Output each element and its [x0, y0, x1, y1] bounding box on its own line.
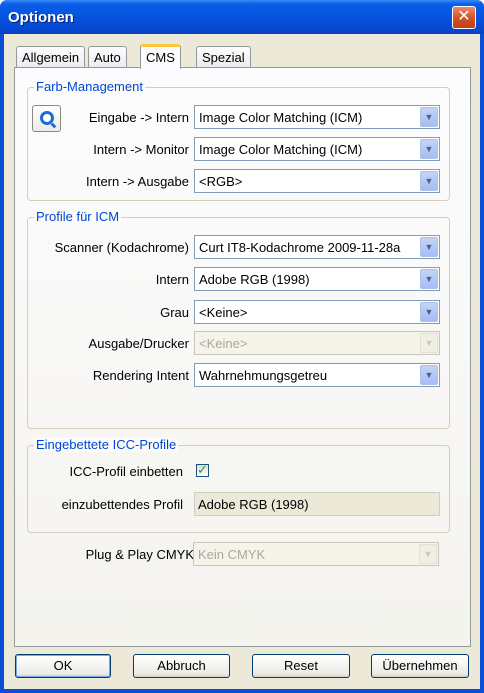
label-grau: Grau: [160, 305, 189, 320]
label-intern-ausgabe: Intern -> Ausgabe: [86, 174, 189, 189]
combo-intern-monitor[interactable]: Image Color Matching (ICM) ▼: [194, 137, 440, 161]
chevron-down-icon: ▼: [420, 333, 438, 353]
combo-grau-profile[interactable]: <Keine> ▼: [194, 300, 440, 324]
label-eingabe-intern: Eingabe -> Intern: [88, 110, 189, 125]
tab-cms[interactable]: CMS: [140, 44, 181, 69]
group-title-profile-icm: Profile für ICM: [34, 209, 122, 224]
tab-spezial[interactable]: Spezial: [196, 46, 251, 67]
label-icc-embed: ICC-Profil einbetten: [69, 464, 183, 479]
apply-button[interactable]: Übernehmen: [371, 654, 469, 678]
combo-value: Adobe RGB (1998): [199, 272, 310, 287]
combo-intern-profile[interactable]: Adobe RGB (1998) ▼: [194, 267, 440, 291]
combo-value: Image Color Matching (ICM): [199, 142, 363, 157]
tab-auto[interactable]: Auto: [88, 46, 127, 67]
chevron-down-icon[interactable]: ▼: [420, 237, 438, 257]
combo-ausgabe-drucker-profile: <Keine> ▼: [194, 331, 440, 355]
reset-button[interactable]: Reset: [252, 654, 350, 678]
group-farb-management: Farb-Management Eingabe -> Intern Image …: [27, 79, 450, 201]
icc-embed-checkbox[interactable]: ✓: [196, 462, 209, 477]
chevron-down-icon: ▼: [419, 544, 437, 564]
combo-value: Kein CMYK: [198, 547, 266, 562]
dialog-client-area: Allgemein Auto CMS Spezial Farb-Manageme…: [4, 34, 480, 689]
label-intern-profile: Intern: [155, 272, 189, 287]
options-window: Optionen ✕ Allgemein Auto CMS Spezial Fa…: [0, 0, 484, 693]
label-scanner: Scanner (Kodachrome): [54, 240, 189, 255]
tab-panel-cms: Farb-Management Eingabe -> Intern Image …: [14, 67, 471, 647]
combo-value: Image Color Matching (ICM): [199, 110, 363, 125]
combo-eingabe-intern[interactable]: Image Color Matching (ICM) ▼: [194, 105, 440, 129]
combo-intern-ausgabe[interactable]: <RGB> ▼: [194, 169, 440, 193]
tab-allgemein[interactable]: Allgemein: [16, 46, 86, 67]
chevron-down-icon[interactable]: ▼: [420, 171, 438, 191]
label-ausgabe-drucker: Ausgabe/Drucker: [88, 336, 189, 351]
ok-button[interactable]: OK: [15, 654, 111, 678]
group-title-farb-management: Farb-Management: [34, 79, 145, 94]
chevron-down-icon[interactable]: ▼: [420, 269, 438, 289]
chevron-down-icon[interactable]: ▼: [420, 107, 438, 127]
combo-rendering-intent[interactable]: Wahrnehmungsgetreu ▼: [194, 363, 440, 387]
group-icc-embed: Eingebettete ICC-Profile ICC-Profil einb…: [27, 437, 450, 533]
label-intern-monitor: Intern -> Monitor: [93, 142, 189, 157]
chevron-down-icon[interactable]: ▼: [420, 302, 438, 322]
color-wheel-icon: [40, 111, 54, 125]
check-icon: ✓: [197, 462, 208, 477]
combo-value: <Keine>: [199, 305, 248, 320]
label-plug-play-cmyk: Plug & Play CMYK: [85, 547, 194, 562]
chevron-down-icon[interactable]: ▼: [420, 365, 438, 385]
embed-profile-value: Adobe RGB (1998): [198, 497, 309, 512]
combo-value: Curt IT8-Kodachrome 2009-11-28a: [199, 240, 401, 255]
color-management-button[interactable]: [32, 105, 61, 132]
combo-scanner-profile[interactable]: Curt IT8-Kodachrome 2009-11-28a ▼: [194, 235, 440, 259]
window-title: Optionen: [8, 9, 74, 26]
combo-value: <RGB>: [199, 174, 243, 189]
cancel-button[interactable]: Abbruch: [133, 654, 230, 678]
combo-plug-play-cmyk: Kein CMYK ▼: [193, 542, 439, 566]
label-rendering-intent: Rendering Intent: [92, 368, 189, 383]
close-button[interactable]: ✕: [452, 6, 476, 29]
label-embed-profile: einzubettendes Profil: [61, 497, 183, 512]
group-title-icc-embed: Eingebettete ICC-Profile: [34, 437, 179, 452]
combo-value: Wahrnehmungsgetreu: [199, 368, 328, 383]
group-profile-icm: Profile für ICM Scanner (Kodachrome) Cur…: [27, 209, 450, 429]
embed-profile-field: Adobe RGB (1998): [194, 492, 440, 516]
combo-value: <Keine>: [199, 336, 248, 351]
title-bar[interactable]: Optionen ✕: [0, 0, 484, 34]
chevron-down-icon[interactable]: ▼: [420, 139, 438, 159]
